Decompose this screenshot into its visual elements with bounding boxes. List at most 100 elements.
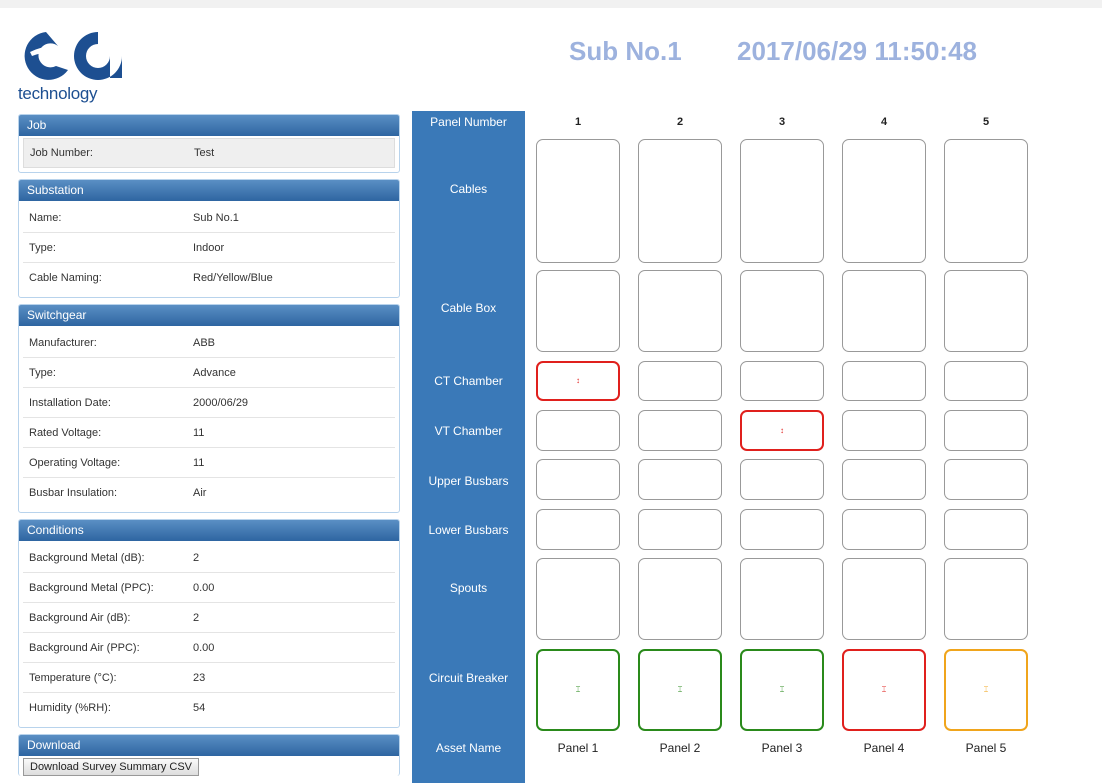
download-panel: Download Download Survey Summary CSV (18, 734, 400, 776)
row-label-cable-box: Cable Box (440, 301, 497, 315)
info-label: Operating Voltage: (29, 456, 121, 469)
info-value: Indoor (193, 241, 225, 254)
cell-cable-box-panel-5[interactable] (944, 270, 1028, 352)
info-value: 2 (193, 611, 200, 624)
info-row: Type: Indoor (23, 233, 395, 263)
info-label: Manufacturer: (29, 336, 97, 349)
conditions-panel-title: Conditions (19, 520, 399, 541)
cell-cable-box-panel-2[interactable] (638, 270, 722, 352)
cell-lower-busbars-panel-1[interactable] (536, 509, 620, 550)
info-value: 54 (193, 702, 206, 714)
row-label-vt-chamber: VT Chamber (434, 424, 503, 438)
info-label: Installation Date: (29, 396, 111, 409)
cell-circuit-breaker-panel-5[interactable]: ⌶ (944, 649, 1028, 731)
cell-circuit-breaker-panel-3[interactable]: ⌶ (740, 649, 824, 731)
cell-cables-panel-2[interactable] (638, 139, 722, 263)
cell-upper-busbars-panel-2[interactable] (638, 459, 722, 500)
panel-number-4: 4 (880, 116, 888, 128)
info-label: Temperature (°C): (29, 671, 117, 684)
cell-lower-busbars-panel-3[interactable] (740, 509, 824, 550)
info-value: Advance (193, 366, 236, 379)
info-value: 11 (193, 426, 205, 439)
cell-cable-box-panel-1[interactable] (536, 270, 620, 352)
info-row: Humidity (%RH): 54 (23, 693, 395, 723)
cell-vt-chamber-panel-5[interactable] (944, 410, 1028, 451)
cell-ct-chamber-panel-5[interactable] (944, 361, 1028, 401)
download-panel-title: Download (19, 735, 399, 756)
cell-circuit-breaker-panel-2[interactable]: ⌶ (638, 649, 722, 731)
cell-cables-panel-3[interactable] (740, 139, 824, 263)
logo-text: technology (18, 84, 98, 103)
info-row: Installation Date: 2000/06/29 (23, 388, 395, 418)
cell-vt-chamber-panel-4[interactable] (842, 410, 926, 451)
row-label-spouts: Spouts (449, 581, 488, 595)
info-value: ABB (193, 336, 216, 349)
substation-panel-title: Substation (19, 180, 399, 201)
cell-spouts-panel-1[interactable] (536, 558, 620, 640)
cell-circuit-breaker-panel-1[interactable]: ⌶ (536, 649, 620, 731)
info-row: Manufacturer: ABB (23, 328, 395, 358)
asset-name-panel-5: Panel 5 (965, 741, 1007, 755)
job-panel: Job Job Number: Test (18, 114, 400, 173)
info-row: Rated Voltage: 11 (23, 418, 395, 448)
cell-spouts-panel-3[interactable] (740, 558, 824, 640)
cell-upper-busbars-panel-4[interactable] (842, 459, 926, 500)
info-row: Temperature (°C): 23 (23, 663, 395, 693)
info-label: Background Metal (PPC): (29, 581, 154, 594)
info-label: Cable Naming: (29, 272, 102, 284)
info-value: Test (194, 147, 215, 159)
cell-vt-chamber-panel-2[interactable] (638, 410, 722, 451)
cell-upper-busbars-panel-3[interactable] (740, 459, 824, 500)
info-value: 0.00 (193, 581, 215, 594)
cell-ct-chamber-panel-2[interactable] (638, 361, 722, 401)
breaker-icon: ⌶ (983, 685, 989, 694)
switchgear-panel: Switchgear Manufacturer: ABB Type: Advance… (18, 304, 400, 513)
row-label-cables: Cables (449, 182, 488, 196)
info-row: Job Number: Test (23, 138, 395, 168)
cell-spouts-panel-2[interactable] (638, 558, 722, 640)
cell-cables-panel-1[interactable] (536, 139, 620, 263)
cell-lower-busbars-panel-5[interactable] (944, 509, 1028, 550)
cell-spouts-panel-5[interactable] (944, 558, 1028, 640)
cell-ct-chamber-panel-4[interactable] (842, 361, 926, 401)
breaker-icon: ⌶ (779, 685, 785, 694)
breaker-icon: ⌶ (677, 685, 683, 694)
panel-number-2: 2 (676, 116, 684, 128)
info-value: Red/Yellow/Blue (193, 272, 273, 284)
info-value: Air (193, 487, 207, 499)
info-label: Type: (29, 241, 56, 254)
panel-number-3: 3 (778, 116, 786, 128)
cell-cables-panel-4[interactable] (842, 139, 926, 263)
info-row: Operating Voltage: 11 (23, 448, 395, 478)
job-panel-title: Job (19, 115, 399, 136)
info-row: Background Air (dB): 2 (23, 603, 395, 633)
info-label: Job Number: (30, 147, 93, 159)
info-value: Sub No.1 (193, 211, 239, 224)
cell-lower-busbars-panel-2[interactable] (638, 509, 722, 550)
cell-cable-box-panel-4[interactable] (842, 270, 926, 352)
info-value: 11 (193, 456, 205, 469)
cell-upper-busbars-panel-5[interactable] (944, 459, 1028, 500)
cell-upper-busbars-panel-1[interactable] (536, 459, 620, 500)
cell-lower-busbars-panel-4[interactable] (842, 509, 926, 550)
cell-cables-panel-5[interactable] (944, 139, 1028, 263)
cell-cable-box-panel-3[interactable] (740, 270, 824, 352)
asset-name-panel-1: Panel 1 (557, 741, 599, 755)
cell-ct-chamber-panel-3[interactable] (740, 361, 824, 401)
header-substation: Sub No.1 (569, 36, 682, 66)
download-csv-button[interactable]: Download Survey Summary CSV (23, 758, 200, 776)
probe-icon: ↕ (780, 425, 784, 435)
cell-vt-chamber-panel-1[interactable] (536, 410, 620, 451)
row-label-lower-busbars: Lower Busbars (428, 523, 509, 537)
info-value: 2000/06/29 (193, 396, 249, 409)
header-timestamp: 2017/06/29 11:50:48 (737, 36, 977, 66)
breaker-icon: ⌶ (575, 685, 581, 694)
cell-vt-chamber-panel-3[interactable]: ↕ (740, 410, 824, 451)
info-label: Background Metal (dB): (29, 551, 145, 564)
cell-ct-chamber-panel-1[interactable]: ↕ (536, 361, 620, 401)
asset-name-panel-2: Panel 2 (659, 741, 701, 755)
cell-spouts-panel-4[interactable] (842, 558, 926, 640)
info-value: 0.00 (193, 641, 215, 654)
cell-circuit-breaker-panel-4[interactable]: ⌶ (842, 649, 926, 731)
info-label: Background Air (PPC): (29, 641, 140, 654)
